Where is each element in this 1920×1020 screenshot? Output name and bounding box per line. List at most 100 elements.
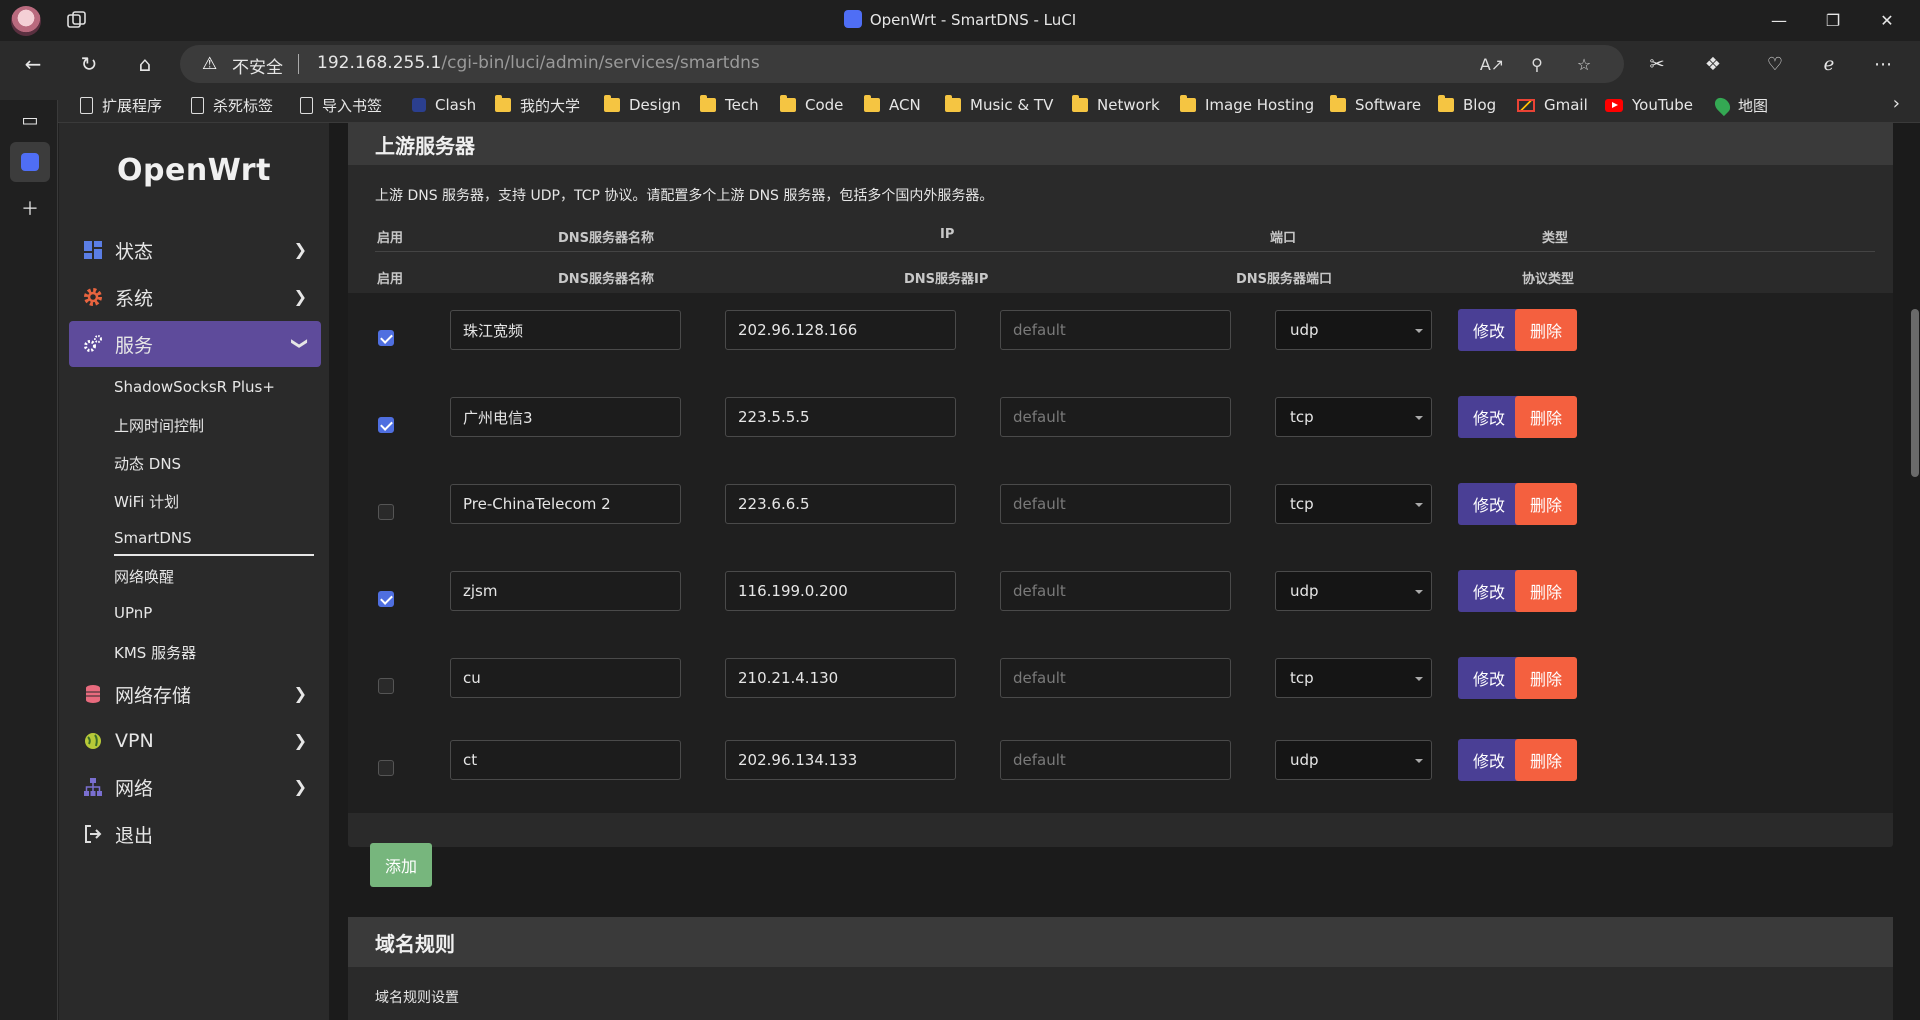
menu-item-services[interactable]: 服务 ❯	[69, 321, 321, 367]
bookmark-item[interactable]: YouTube	[1605, 93, 1693, 117]
menu-item-system[interactable]: 系统 ❯	[69, 274, 321, 320]
bookmark-folder[interactable]: Code	[780, 93, 843, 117]
extensions-puzzle-icon[interactable]: ❖	[1696, 47, 1730, 81]
bookmark-folder[interactable]: ACN	[864, 93, 921, 117]
back-button[interactable]: ←	[16, 47, 50, 81]
edit-button[interactable]: 修改	[1458, 483, 1520, 525]
url-text[interactable]: 192.168.255.1/cgi-bin/luci/admin/service…	[317, 53, 760, 73]
submenu-wol[interactable]: 网络唤醒	[114, 566, 174, 587]
server-port-input[interactable]: default	[1000, 571, 1231, 611]
bookmark-folder[interactable]: Blog	[1438, 93, 1496, 117]
menu-item-network[interactable]: 网络 ❯	[69, 764, 321, 810]
bookmark-folder[interactable]: Design	[604, 93, 681, 117]
tab-actions-icon[interactable]: ▭	[10, 100, 50, 140]
enable-checkbox[interactable]	[378, 330, 394, 346]
server-name-input[interactable]: zjsm	[450, 571, 681, 611]
openwrt-logo[interactable]: OpenWrt	[59, 153, 329, 188]
reload-button[interactable]: ↻	[72, 47, 106, 81]
submenu-ddns[interactable]: 动态 DNS	[114, 453, 181, 474]
edit-button[interactable]: 修改	[1458, 570, 1520, 612]
menu-item-nas[interactable]: 网络存储 ❯	[69, 671, 321, 717]
close-button[interactable]: ✕	[1864, 0, 1910, 41]
health-heart-icon[interactable]: ♡	[1758, 47, 1792, 81]
delete-button[interactable]: 删除	[1515, 483, 1577, 525]
workspaces-icon[interactable]	[66, 10, 88, 30]
menu-item-status[interactable]: 状态 ❯	[69, 227, 321, 273]
more-menu-icon[interactable]: ⋯	[1866, 47, 1900, 81]
submenu-smartdns[interactable]: SmartDNS	[114, 529, 192, 547]
bookmark-item[interactable]: Clash	[412, 93, 476, 117]
menu-item-logout[interactable]: 退出	[69, 811, 321, 857]
edit-button[interactable]: 修改	[1458, 309, 1520, 351]
protocol-select[interactable]: tcp	[1275, 658, 1432, 698]
submenu-shadowsocksr[interactable]: ShadowSocksR Plus+	[114, 378, 275, 396]
enable-checkbox[interactable]	[378, 760, 394, 776]
server-name-input[interactable]: ct	[450, 740, 681, 780]
server-name-input[interactable]: cu	[450, 658, 681, 698]
read-aloud-icon[interactable]: A↗	[1480, 52, 1504, 76]
delete-button[interactable]: 删除	[1515, 396, 1577, 438]
server-name-input[interactable]: Pre-ChinaTelecom 2	[450, 484, 681, 524]
server-port-input[interactable]: default	[1000, 310, 1231, 350]
enable-checkbox[interactable]	[378, 678, 394, 694]
submenu-time-control[interactable]: 上网时间控制	[114, 415, 204, 436]
add-button[interactable]: 添加	[370, 843, 432, 887]
delete-button[interactable]: 删除	[1515, 657, 1577, 699]
bookmark-folder[interactable]: Network	[1072, 93, 1160, 117]
server-ip-input[interactable]: 202.96.134.133	[725, 740, 956, 780]
protocol-select[interactable]: udp	[1275, 740, 1432, 780]
edge-ie-mode-icon[interactable]: ℯ	[1812, 47, 1846, 81]
enable-checkbox[interactable]	[378, 417, 394, 433]
edit-button[interactable]: 修改	[1458, 739, 1520, 781]
server-port-input[interactable]: default	[1000, 397, 1231, 437]
server-port-input[interactable]: default	[1000, 658, 1231, 698]
protocol-select[interactable]: tcp	[1275, 484, 1432, 524]
bookmark-item[interactable]: 杀死标签	[191, 93, 273, 117]
menu-item-vpn[interactable]: VPN ❯	[69, 718, 321, 764]
bookmark-folder[interactable]: Software	[1330, 93, 1421, 117]
submenu-upnp[interactable]: UPnP	[114, 604, 152, 622]
zoom-icon[interactable]: ⚲	[1525, 52, 1549, 76]
server-name-input[interactable]: 广州电信3	[450, 397, 681, 437]
chevron-right-icon[interactable]: ›	[1893, 93, 1900, 114]
submenu-wifi-schedule[interactable]: WiFi 计划	[114, 491, 179, 512]
server-ip-input[interactable]: 116.199.0.200	[725, 571, 956, 611]
enable-checkbox[interactable]	[378, 591, 394, 607]
server-ip-input[interactable]: 210.21.4.130	[725, 658, 956, 698]
edit-button[interactable]: 修改	[1458, 657, 1520, 699]
bookmark-folder[interactable]: Music & TV	[945, 93, 1053, 117]
protocol-select[interactable]: tcp	[1275, 397, 1432, 437]
page-scrollbar[interactable]	[1910, 123, 1920, 1020]
server-name-input[interactable]: 珠江宽频	[450, 310, 681, 350]
protocol-select[interactable]: udp	[1275, 571, 1432, 611]
bookmark-item[interactable]: 扩展程序	[80, 93, 162, 117]
new-tab-icon[interactable]: ＋	[10, 188, 50, 228]
bookmark-item[interactable]: 地图	[1711, 93, 1768, 117]
server-ip-input[interactable]: 202.96.128.166	[725, 310, 956, 350]
bookmark-folder[interactable]: 我的大学	[495, 93, 580, 117]
submenu-kms[interactable]: KMS 服务器	[114, 642, 196, 663]
delete-button[interactable]: 删除	[1515, 309, 1577, 351]
maximize-button[interactable]: ❐	[1810, 0, 1856, 41]
scissors-extension-icon[interactable]: ✂	[1640, 47, 1674, 81]
bookmark-folder[interactable]: Tech	[700, 93, 759, 117]
home-button[interactable]: ⌂	[128, 47, 162, 81]
delete-button[interactable]: 删除	[1515, 739, 1577, 781]
address-bar[interactable]: ⚠ 不安全 192.168.255.1/cgi-bin/luci/admin/s…	[180, 45, 1624, 83]
server-ip-input[interactable]: 223.6.6.5	[725, 484, 956, 524]
bookmark-item[interactable]: Gmail	[1517, 93, 1588, 117]
server-ip-input[interactable]: 223.5.5.5	[725, 397, 956, 437]
scrollbar-thumb[interactable]	[1911, 309, 1919, 477]
tab-luci[interactable]	[10, 142, 50, 182]
edit-button[interactable]: 修改	[1458, 396, 1520, 438]
delete-button[interactable]: 删除	[1515, 570, 1577, 612]
bookmark-folder[interactable]: Image Hosting	[1180, 93, 1314, 117]
server-port-input[interactable]: default	[1000, 484, 1231, 524]
bookmark-item[interactable]: 导入书签	[300, 93, 382, 117]
minimize-button[interactable]: —	[1756, 0, 1802, 41]
server-port-input[interactable]: default	[1000, 740, 1231, 780]
profile-avatar[interactable]	[11, 6, 41, 36]
favorite-star-icon[interactable]: ☆	[1572, 52, 1596, 76]
protocol-select[interactable]: udp	[1275, 310, 1432, 350]
enable-checkbox[interactable]	[378, 504, 394, 520]
